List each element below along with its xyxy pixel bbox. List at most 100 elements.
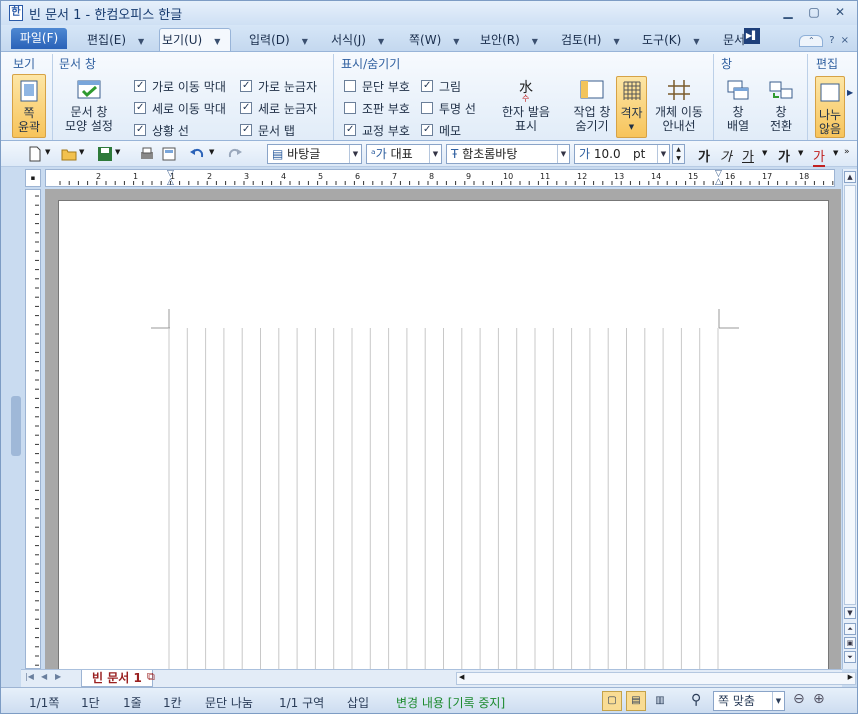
- close-icon[interactable]: ✕: [829, 4, 851, 21]
- ribbon-collapse-icon[interactable]: ⌃: [799, 35, 824, 47]
- bold-button[interactable]: 가: [698, 146, 710, 165]
- chevron-down-icon[interactable]: ▼: [138, 37, 144, 46]
- checkbox-picture[interactable]: 그림: [421, 78, 461, 94]
- checkbox-proof-mark[interactable]: 교정 부호: [344, 122, 410, 138]
- hanja-reading-button[interactable]: 水수 한자 발음 표시: [495, 78, 557, 133]
- tab-security[interactable]: 보안(R) ▼: [478, 29, 540, 51]
- window-arrange-button[interactable]: 창 배열: [719, 78, 757, 133]
- chevron-down-icon[interactable]: ▼: [613, 37, 619, 46]
- font-color-button[interactable]: 가: [813, 146, 825, 167]
- tab-insert[interactable]: 입력(D) ▼: [247, 29, 310, 51]
- status-page[interactable]: 1/1쪽: [29, 694, 59, 711]
- page-view-icon[interactable]: ▢: [602, 691, 622, 711]
- tab-first-icon[interactable]: |◀: [25, 672, 34, 681]
- tab-edit[interactable]: 편집(E) ▼: [85, 29, 146, 51]
- web-view-icon[interactable]: ▤: [626, 691, 646, 711]
- chevron-down-icon[interactable]: ▼: [657, 145, 669, 163]
- checkbox-doc-tab[interactable]: 문서 탭: [240, 122, 295, 138]
- next-page-icon[interactable]: ⏷: [844, 651, 856, 663]
- font-size-select[interactable]: 가 10.0 pt ▼: [574, 144, 670, 164]
- new-doc-icon[interactable]: [27, 146, 43, 162]
- checkbox-v-scrollbar[interactable]: 세로 이동 막대: [134, 100, 226, 116]
- scroll-up-icon[interactable]: ▲: [844, 171, 856, 183]
- page-select-icon[interactable]: ▣: [844, 637, 856, 649]
- tab-file[interactable]: 파일(F): [11, 28, 67, 49]
- status-track-changes[interactable]: 변경 내용 [기록 중지]: [396, 694, 505, 711]
- zoom-out-icon[interactable]: ⊖: [793, 691, 805, 707]
- left-indent-marker[interactable]: ▽ △: [167, 170, 175, 187]
- tab-view[interactable]: 보기(U) ▼: [159, 28, 231, 51]
- zoom-select[interactable]: 쪽 맞춤 ▼: [713, 691, 785, 711]
- tab-format[interactable]: 서식(J) ▼: [329, 29, 386, 51]
- undo-icon[interactable]: [189, 146, 205, 162]
- open-folder-icon[interactable]: [61, 146, 77, 162]
- tab-review[interactable]: 검토(H) ▼: [559, 29, 622, 51]
- status-insert-mode[interactable]: 삽입: [347, 694, 369, 711]
- chevron-down-icon[interactable]: ▼: [45, 148, 50, 156]
- chevron-down-icon[interactable]: ▼: [349, 145, 361, 163]
- checkbox-para-mark[interactable]: 문단 부호: [344, 78, 410, 94]
- tab-tools[interactable]: 도구(K) ▼: [640, 29, 701, 51]
- tab-prev-icon[interactable]: ◀: [41, 672, 47, 681]
- redo-icon[interactable]: [227, 146, 243, 162]
- style-select[interactable]: ▤ 바탕글 ▼: [267, 144, 362, 164]
- chevron-down-icon[interactable]: ▼: [378, 37, 384, 46]
- chevron-down-icon[interactable]: ▼: [214, 37, 220, 46]
- chevron-down-icon[interactable]: ▼: [209, 148, 214, 156]
- chevron-down-icon[interactable]: ▼: [798, 149, 803, 157]
- draft-view-icon[interactable]: ▥: [650, 691, 670, 711]
- zoom-in-icon[interactable]: ⊕: [813, 691, 825, 707]
- chevron-down-icon[interactable]: ▼: [532, 37, 538, 46]
- save-icon[interactable]: [97, 146, 113, 162]
- checkbox-layout-mark[interactable]: 조판 부호: [344, 100, 410, 116]
- chevron-down-icon[interactable]: ▼: [79, 148, 84, 156]
- hangul-doc-icon[interactable]: 한: [9, 5, 23, 21]
- print-preview-icon[interactable]: [161, 146, 177, 162]
- scroll-right-icon[interactable]: ▶: [848, 673, 853, 681]
- more-tabs-icon[interactable]: ▶▌: [744, 28, 760, 44]
- font-select[interactable]: Ŧ 함초롬바탕 ▼: [446, 144, 570, 164]
- chevron-down-icon[interactable]: ▼: [762, 149, 767, 157]
- scroll-down-icon[interactable]: ▼: [844, 607, 856, 619]
- checkbox-v-ruler[interactable]: 세로 눈금자: [240, 100, 317, 116]
- help-icon[interactable]: ?: [829, 35, 834, 47]
- tab-page[interactable]: 쪽(W) ▼: [407, 29, 461, 51]
- ribbon-close-icon[interactable]: ×: [841, 35, 849, 47]
- doc-tab-active[interactable]: 빈 문서 1: [81, 670, 153, 687]
- right-indent-marker[interactable]: ▽ △: [715, 170, 723, 187]
- hide-task-window-button[interactable]: 작업 창 숨기기: [565, 78, 619, 133]
- checkbox-memo[interactable]: 메모: [421, 122, 461, 138]
- horizontal-scrollbar[interactable]: ◀ ▶: [456, 672, 856, 685]
- ruler-corner-button[interactable]: ▪: [25, 169, 41, 187]
- doc-window-style-button[interactable]: 문서 창 모양 설정: [59, 78, 119, 133]
- restore-icon[interactable]: ▢: [803, 4, 825, 21]
- vertical-scrollbar[interactable]: ▲ ▼ ⏶ ▣ ⏷: [842, 169, 857, 669]
- minimize-icon[interactable]: ▁: [777, 4, 799, 21]
- window-switch-button[interactable]: 창 전환: [761, 78, 801, 133]
- object-move-guide-button[interactable]: 개체 이동 안내선: [649, 78, 709, 133]
- chevron-down-icon[interactable]: ▼: [302, 37, 308, 46]
- scrollbar-thumb[interactable]: [844, 185, 856, 605]
- underline-button[interactable]: 가: [742, 146, 754, 165]
- horizontal-ruler[interactable]: 2 1 1 2 3 4 5 6 7 8 9 10 11 12 13 14 15 16 17 18 ▽ △ ▽ △: [45, 169, 835, 187]
- ribbon-more-icon[interactable]: ▶: [847, 88, 853, 97]
- split-window-button[interactable]: 나누 않음: [815, 76, 845, 138]
- chevron-down-icon[interactable]: ▼: [453, 37, 459, 46]
- chevron-down-icon[interactable]: ▼: [429, 145, 441, 163]
- chevron-down-icon[interactable]: ▼: [557, 145, 569, 163]
- vertical-ruler[interactable]: [25, 189, 41, 669]
- language-select[interactable]: ᵃ가 대표 ▼: [366, 144, 442, 164]
- chevron-down-icon[interactable]: ▼: [693, 37, 699, 46]
- side-panel-handle[interactable]: [11, 396, 21, 456]
- page-outline-button[interactable]: 쪽 윤곽: [12, 74, 46, 138]
- toolbar-more-icon[interactable]: »: [844, 147, 850, 157]
- grid-button[interactable]: 격자 ▼: [616, 76, 647, 138]
- prev-page-icon[interactable]: ⏶: [844, 623, 856, 635]
- checkbox-transparent-line[interactable]: 투명 선: [421, 100, 476, 116]
- document-page[interactable]: [58, 200, 829, 669]
- char-shape-button[interactable]: 가: [778, 146, 790, 165]
- italic-button[interactable]: 가: [720, 146, 732, 165]
- new-tab-icon[interactable]: ⧉: [147, 670, 155, 684]
- print-icon[interactable]: [139, 146, 155, 162]
- font-size-spinner[interactable]: ▲ ▼: [672, 144, 685, 164]
